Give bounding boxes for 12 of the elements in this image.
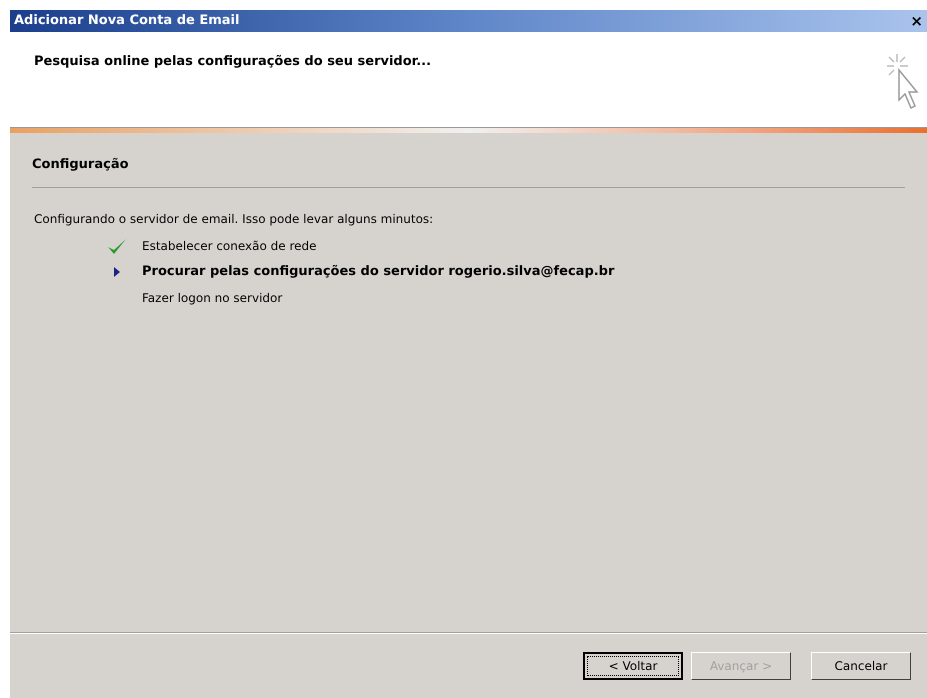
step-label: Estabelecer conexão de rede: [142, 238, 317, 254]
arrow-icon: [114, 266, 120, 276]
close-button[interactable]: ×: [910, 14, 923, 28]
step-label: Procurar pelas configurações do servidor rogerio.silva@fecap.br: [142, 262, 614, 281]
dialog-button[interactable]: Cancelar: [811, 652, 911, 680]
header-title: Pesquisa online pelas configurações do seu servidor...: [34, 53, 432, 71]
dialog-button[interactable]: < Voltar: [583, 652, 683, 680]
step-label: Fazer logon no servidor: [142, 290, 282, 306]
check-icon: [107, 236, 127, 254]
window-title: Adicionar Nova Conta de Email: [14, 12, 240, 30]
section-title: Configuração: [32, 156, 130, 174]
intro-text: Configurando o servidor de email. Isso pode levar alguns minutos:: [34, 210, 434, 228]
